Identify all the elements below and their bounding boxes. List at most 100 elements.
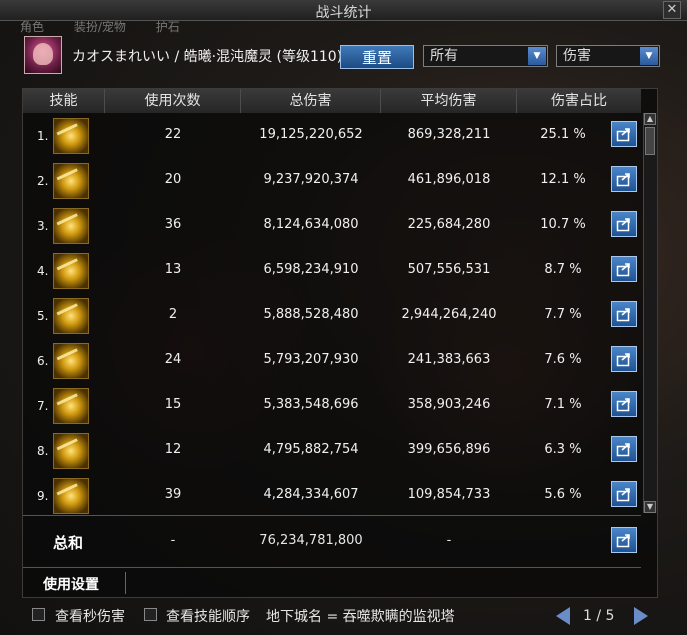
- next-page-icon[interactable]: [634, 607, 648, 625]
- table-row: 9. 39 4,284,334,607 109,854,733 5.6 %: [23, 473, 641, 518]
- page-indicator: 1 / 5: [583, 608, 615, 624]
- damage-share-cell: 25.1 %: [540, 127, 586, 142]
- skill-icon-4: [53, 253, 89, 289]
- show-skill-order-label[interactable]: 查看技能顺序: [166, 606, 250, 626]
- share-icon: [616, 534, 630, 548]
- total-damage-cell: 9,237,920,374: [263, 172, 359, 187]
- average-damage-cell: 109,854,733: [407, 487, 491, 502]
- divider: [23, 515, 641, 516]
- divider: [125, 572, 126, 594]
- scroll-down-icon[interactable]: ▼: [644, 501, 656, 513]
- skill-icon-6: [53, 343, 89, 379]
- uses-cell: 12: [164, 442, 182, 457]
- total-label: 总和: [53, 534, 84, 552]
- total-damage-cell: 5,793,207,930: [263, 352, 359, 367]
- share-icon: [616, 353, 630, 367]
- share-icon: [616, 218, 630, 232]
- footer-bar: 查看秒伤害 查看技能顺序 地下城名 = 吞噬欺瞒的监视塔 1 / 5: [0, 603, 687, 635]
- table-row: 8. 12 4,795,882,754 399,656,896 6.3 %: [23, 428, 641, 473]
- total-damage-cell: 6,598,234,910: [263, 262, 359, 277]
- metric-select-value: 伤害: [563, 48, 591, 64]
- stats-header: カオスまれいい / 皓曦·混沌魔灵 (等级110) 重置 所有 ▼ 伤害 ▼: [22, 36, 662, 76]
- average-damage-cell: 507,556,531: [407, 262, 491, 277]
- share-button[interactable]: [611, 301, 637, 327]
- uses-cell: 39: [164, 487, 182, 502]
- uses-cell: 13: [164, 262, 182, 277]
- total-row: 总和 - 76,234,781,800 -: [23, 519, 641, 559]
- damage-share-cell: 5.6 %: [544, 487, 582, 502]
- average-damage-cell: 2,944,264,240: [401, 307, 497, 322]
- character-name: カオスまれいい / 皓曦·混沌魔灵 (等级110): [72, 49, 343, 65]
- row-rank: 6.: [37, 354, 49, 368]
- share-button[interactable]: [611, 121, 637, 147]
- chevron-down-icon[interactable]: ▼: [528, 47, 546, 65]
- damage-share-cell: 12.1 %: [540, 172, 586, 187]
- share-button[interactable]: [611, 436, 637, 462]
- total-damage: 76,234,781,800: [259, 533, 363, 548]
- table-row: 3. 36 8,124,634,080 225,684,280 10.7 %: [23, 203, 641, 248]
- total-damage-cell: 5,383,548,696: [263, 397, 359, 412]
- table-row: 4. 13 6,598,234,910 507,556,531 8.7 %: [23, 248, 641, 293]
- chevron-down-icon[interactable]: ▼: [640, 47, 658, 65]
- total-damage-cell: 5,888,528,480: [263, 307, 359, 322]
- share-button[interactable]: [611, 256, 637, 282]
- share-icon: [616, 443, 630, 457]
- damage-share-cell: 6.3 %: [544, 442, 582, 457]
- skill-icon-9: [53, 478, 89, 514]
- column-average[interactable]: 平均伤害: [381, 89, 517, 113]
- row-rank: 5.: [37, 309, 49, 323]
- show-skill-order-checkbox[interactable]: [144, 608, 157, 621]
- filter-select[interactable]: 所有 ▼: [423, 45, 548, 67]
- skill-icon-7: [53, 388, 89, 424]
- character-avatar: [24, 36, 62, 74]
- table-header: 技能 使用次数 总伤害 平均伤害 伤害占比: [23, 89, 641, 113]
- total-damage-cell: 4,284,334,607: [263, 487, 359, 502]
- skill-icon-1: [53, 118, 89, 154]
- average-damage-cell: 461,896,018: [407, 172, 491, 187]
- share-total-button[interactable]: [611, 527, 637, 553]
- total-damage-cell: 8,124,634,080: [263, 217, 359, 232]
- share-icon: [616, 128, 630, 142]
- reset-button[interactable]: 重置: [340, 45, 414, 69]
- damage-share-cell: 7.7 %: [544, 307, 582, 322]
- share-button[interactable]: [611, 211, 637, 237]
- share-button[interactable]: [611, 391, 637, 417]
- uses-cell: 22: [164, 127, 182, 142]
- uses-cell: 24: [164, 352, 182, 367]
- column-uses[interactable]: 使用次数: [105, 89, 241, 113]
- skill-icon-8: [53, 433, 89, 469]
- total-average: -: [446, 533, 452, 548]
- metric-select[interactable]: 伤害 ▼: [556, 45, 660, 67]
- filter-select-value: 所有: [430, 48, 458, 64]
- column-share[interactable]: 伤害占比: [517, 89, 641, 113]
- table-scrollbar[interactable]: ▲ ▼: [643, 113, 657, 513]
- row-rank: 8.: [37, 444, 49, 458]
- average-damage-cell: 399,656,896: [407, 442, 491, 457]
- background-tab: 装扮/宠物: [73, 20, 126, 34]
- damage-table-panel: 技能 使用次数 总伤害 平均伤害 伤害占比 1. 22 19,125,220,652…: [22, 88, 658, 598]
- share-button[interactable]: [611, 346, 637, 372]
- close-icon[interactable]: ✕: [663, 1, 681, 19]
- scroll-up-icon[interactable]: ▲: [644, 113, 656, 125]
- uses-cell: 20: [164, 172, 182, 187]
- uses-cell: 2: [168, 307, 178, 322]
- skill-icon-2: [53, 163, 89, 199]
- row-rank: 3.: [37, 219, 49, 233]
- column-skill[interactable]: 技能: [23, 89, 105, 113]
- show-dps-label[interactable]: 查看秒伤害: [55, 606, 125, 626]
- share-icon: [616, 263, 630, 277]
- share-button[interactable]: [611, 166, 637, 192]
- column-total[interactable]: 总伤害: [241, 89, 381, 113]
- table-row: 1. 22 19,125,220,652 869,328,211 25.1 %: [23, 113, 641, 158]
- show-dps-checkbox[interactable]: [32, 608, 45, 621]
- settings-button[interactable]: 使用设置: [43, 574, 99, 594]
- damage-share-cell: 7.1 %: [544, 397, 582, 412]
- share-icon: [616, 173, 630, 187]
- average-damage-cell: 225,684,280: [407, 217, 491, 232]
- share-icon: [616, 308, 630, 322]
- scroll-thumb[interactable]: [645, 127, 655, 155]
- average-damage-cell: 358,903,246: [407, 397, 491, 412]
- prev-page-icon[interactable]: [556, 607, 570, 625]
- share-button[interactable]: [611, 481, 637, 507]
- row-rank: 9.: [37, 489, 49, 503]
